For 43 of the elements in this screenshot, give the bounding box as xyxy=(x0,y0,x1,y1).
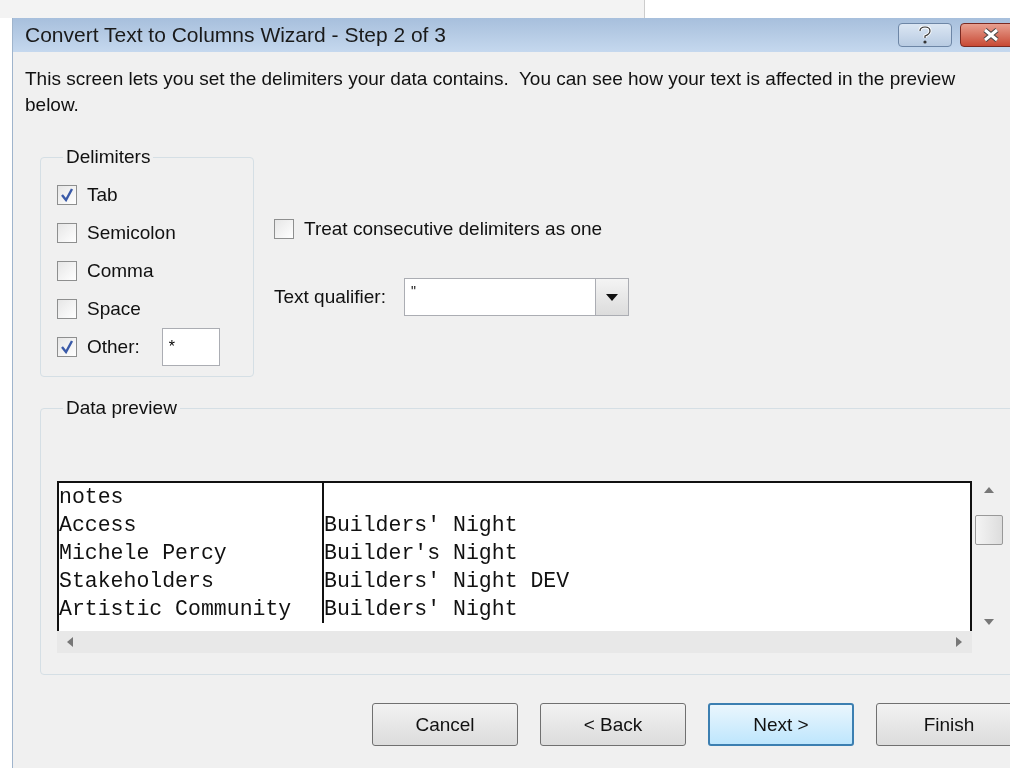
dropdown-arrow-icon xyxy=(605,293,618,301)
checkbox-label[interactable]: Treat consecutive delimiters as one xyxy=(304,218,603,240)
preview-cell-text: Access xyxy=(59,512,138,539)
preview-cell-text: Builders' Night DEV xyxy=(324,568,571,595)
dialog-button[interactable]: Cancel xyxy=(372,703,518,746)
scroll-right-icon[interactable] xyxy=(956,637,962,647)
scrollbar-thumb[interactable] xyxy=(975,515,1003,545)
checkbox-label[interactable]: Other: xyxy=(87,336,140,358)
close-icon xyxy=(982,28,1000,42)
preview-cell-text: Builders' Night xyxy=(324,512,519,539)
preview-cell-text: Builders' Night xyxy=(324,596,519,623)
scroll-down-icon[interactable] xyxy=(984,619,994,625)
help-button[interactable] xyxy=(898,23,952,47)
instructions-text: This screen lets you set the delimiters your data contains. You can see how your text is affected in the preview below. xyxy=(25,67,957,117)
checkbox[interactable] xyxy=(274,219,294,239)
group-title: Data preview xyxy=(65,397,178,419)
checkbox-label[interactable]: Tab xyxy=(87,184,118,206)
scroll-up-icon[interactable] xyxy=(984,487,994,493)
dialog-button[interactable]: < Back xyxy=(540,703,686,746)
dialog-button[interactable]: Finish xyxy=(876,703,1010,746)
checkbox[interactable] xyxy=(57,185,77,205)
checkbox[interactable] xyxy=(57,261,77,281)
preview-cell-text: notes xyxy=(59,484,125,511)
checkbox-label[interactable]: Comma xyxy=(87,260,154,282)
checkbox[interactable] xyxy=(57,337,77,357)
horizontal-scrollbar[interactable] xyxy=(57,631,972,653)
checkbox[interactable] xyxy=(57,299,77,319)
checkbox-label[interactable]: Space xyxy=(87,298,141,320)
dialog-button[interactable]: Next > xyxy=(708,703,854,746)
preview-cell-text: Stakeholders xyxy=(59,568,215,595)
preview-cell-text: Artistic Community xyxy=(59,596,293,623)
checkbox-label[interactable]: Semicolon xyxy=(87,222,176,244)
other-delimiter-field[interactable]: * xyxy=(161,328,220,366)
preview-cell-text: Michele Percy xyxy=(59,540,228,567)
close-button[interactable] xyxy=(960,23,1010,47)
window-title: Convert Text to Columns Wizard - Step 2 of 3 xyxy=(25,23,446,47)
checkbox[interactable] xyxy=(57,223,77,243)
text-qualifier-dropdown[interactable]: " xyxy=(403,278,629,316)
preview-cell-text: Builder's Night xyxy=(324,540,519,567)
group-title: Delimiters xyxy=(65,146,152,168)
scroll-left-icon[interactable] xyxy=(67,637,73,647)
field-label: Text qualifier: xyxy=(274,286,386,308)
help-icon xyxy=(918,26,932,44)
